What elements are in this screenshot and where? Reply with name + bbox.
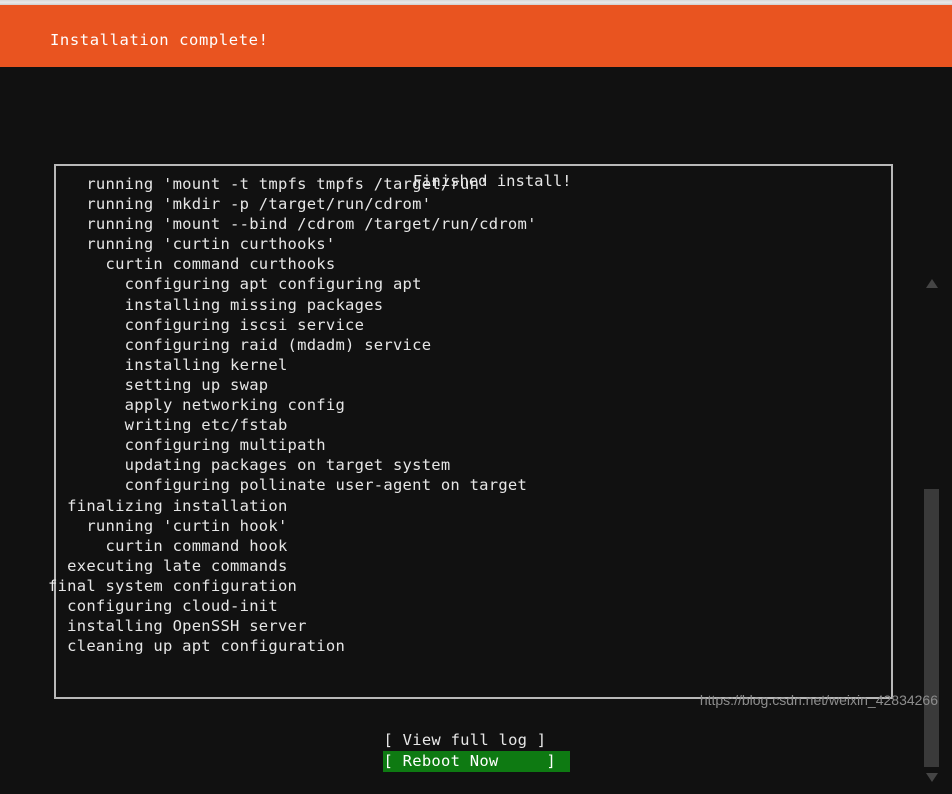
action-buttons: [ View full log ] [ Reboot Now ] [0,730,952,772]
log-line: cleaning up apt configuration [48,637,346,656]
log-line: configuring pollinate user-agent on targ… [48,476,528,495]
log-line: curtin command curthooks [48,255,336,274]
log-line: apply networking config [48,396,346,415]
log-line: finalizing installation [48,496,288,515]
log-line: configuring raid (mdadm) service [48,335,432,354]
log-line: installing OpenSSH server [48,617,307,636]
page-title: Installation complete! [50,31,269,49]
scroll-down-arrow-icon[interactable] [926,773,938,782]
log-line: configuring multipath [48,436,326,455]
log-line: configuring cloud-init [48,596,278,615]
installer-body: Finished install! running 'mount -t tmpf… [0,67,952,782]
log-line: final system configuration [48,576,298,595]
log-line: running 'curtin hook' [48,516,288,535]
log-line: configuring apt configuring apt [48,275,422,294]
log-line: running 'curtin curthooks' [48,235,336,254]
watermark: https://blog.csdn.net/weixin_42834266 [699,692,938,708]
scroll-up-arrow-icon[interactable] [926,279,938,288]
log-line: installing missing packages [48,295,384,314]
log-line: installing kernel [48,355,288,374]
scrollbar-thumb[interactable] [924,489,939,767]
log-line: writing etc/fstab [48,416,288,435]
log-scrollbar[interactable] [922,267,944,794]
log-line: running 'mkdir -p /target/run/cdrom' [48,195,432,214]
log-line: executing late commands [48,556,288,575]
log-line: curtin command hook [48,536,288,555]
installer-header: Installation complete! [0,5,952,67]
log-line: setting up swap [48,375,269,394]
view-full-log-button[interactable]: [ View full log ] [383,730,570,751]
log-line: running 'mount -t tmpfs tmpfs /target/ru… [48,175,489,193]
install-log-text: running 'mount -t tmpfs tmpfs /target/ru… [48,174,868,656]
log-line: configuring iscsi service [48,315,365,334]
reboot-now-button[interactable]: [ Reboot Now ] [382,751,570,772]
log-line: running 'mount --bind /cdrom /target/run… [48,215,537,234]
log-line: updating packages on target system [48,456,451,475]
